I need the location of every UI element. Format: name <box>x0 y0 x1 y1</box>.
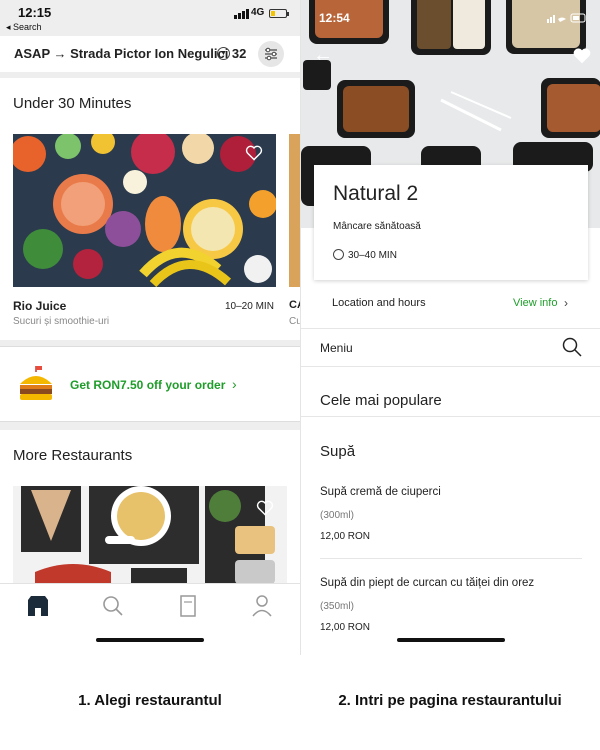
left-phone-screen: 12:15 ◂ Search 4G ASAP → Strada Pictor I… <box>0 0 300 655</box>
home-icon[interactable] <box>26 594 50 618</box>
food-photo <box>13 486 287 586</box>
back-to-search-link[interactable]: ◂ Search <box>6 22 42 33</box>
chevron-right-icon[interactable]: › <box>232 376 237 392</box>
menu-item-description: (300ml) <box>320 510 354 521</box>
category-title: Supă <box>320 443 356 460</box>
status-time: 12:54 <box>319 11 350 25</box>
restaurant-card-image[interactable] <box>13 486 287 586</box>
back-arrow-icon[interactable]: ← <box>313 44 333 67</box>
restaurant-card-image[interactable] <box>13 134 276 287</box>
burger-icon <box>20 366 52 400</box>
more-restaurants-section: More Restaurants <box>0 430 300 590</box>
menu-item-price: 12,00 RON <box>320 531 371 542</box>
juice-photo <box>13 134 276 287</box>
chevron-right-icon[interactable]: › <box>564 296 568 310</box>
signal-icon <box>234 9 249 19</box>
search-icon[interactable] <box>101 594 125 618</box>
orders-icon[interactable] <box>176 594 200 618</box>
next-restaurant-card-image[interactable] <box>289 134 300 287</box>
promo-banner[interactable]: Get RON7.50 off your order › <box>0 346 300 422</box>
restaurant-name[interactable]: Rio Juice <box>13 299 66 313</box>
filter-button[interactable] <box>258 41 284 67</box>
status-icons <box>547 13 586 23</box>
promo-text[interactable]: Get RON7.50 off your order <box>70 378 225 392</box>
next-restaurant-category: Cu <box>289 316 300 327</box>
delivery-address-bar[interactable]: ASAP → Strada Pictor Ion Negulici 32 ▼ <box>0 36 300 72</box>
popular-section-title: Cele mai populare <box>320 392 442 409</box>
network-type: 4G <box>251 7 265 18</box>
clock-icon <box>333 249 344 260</box>
battery-icon <box>269 9 289 18</box>
account-icon[interactable] <box>250 594 274 618</box>
favorite-heart-icon[interactable] <box>245 145 263 161</box>
search-icon[interactable] <box>562 337 582 357</box>
status-time: 12:15 <box>18 5 52 20</box>
divider <box>320 558 582 559</box>
chevron-down-icon[interactable]: ▼ <box>217 47 230 60</box>
bottom-tab-bar <box>0 583 300 655</box>
menu-item-name[interactable]: Supă din piept de curcan cu tăiței din o… <box>320 577 534 589</box>
restaurant-name: Natural 2 <box>333 182 419 205</box>
menu-item-price: 12,00 RON <box>320 622 371 633</box>
section-title: Under 30 Minutes <box>13 95 132 112</box>
restaurant-category: Sucuri și smoothie-uri <box>13 316 110 327</box>
under-30-section: Under 30 Minutes Rio Juice Sucuri și smo… <box>0 78 300 340</box>
view-info-link[interactable]: View info <box>513 297 557 309</box>
favorite-heart-icon[interactable] <box>572 47 592 65</box>
menu-item-name[interactable]: Supă cremă de ciuperci <box>320 486 441 498</box>
status-bar: 12:15 ◂ Search 4G <box>0 0 300 36</box>
sliders-icon <box>265 47 277 61</box>
restaurant-cuisine: Mâncare sănătoasă <box>333 221 421 232</box>
delivery-address[interactable]: ASAP → Strada Pictor Ion Negulici 32 <box>14 46 246 61</box>
favorite-heart-icon[interactable] <box>256 500 274 516</box>
caption-step-1: 1. Alegi restaurantul <box>78 692 222 709</box>
delivery-time: 10–20 MIN <box>225 301 274 312</box>
menu-item-description: (350ml) <box>320 601 354 612</box>
location-label: Location and hours <box>332 297 426 309</box>
delivery-eta: 30–40 MIN <box>348 250 397 261</box>
next-restaurant-name[interactable]: CA <box>289 299 300 311</box>
home-indicator <box>397 638 505 642</box>
home-indicator <box>96 638 204 642</box>
menu-label[interactable]: Meniu <box>320 341 353 355</box>
restaurant-info-card: Natural 2 Mâncare sănătoasă 30–40 MIN <box>314 165 588 280</box>
caption-step-2: 2. Intri pe pagina restaurantului <box>338 692 562 709</box>
right-phone-screen: 12:54 ← Natural 2 Mâncare sănătoasă 30–4… <box>300 0 600 655</box>
section-title: More Restaurants <box>13 447 133 464</box>
